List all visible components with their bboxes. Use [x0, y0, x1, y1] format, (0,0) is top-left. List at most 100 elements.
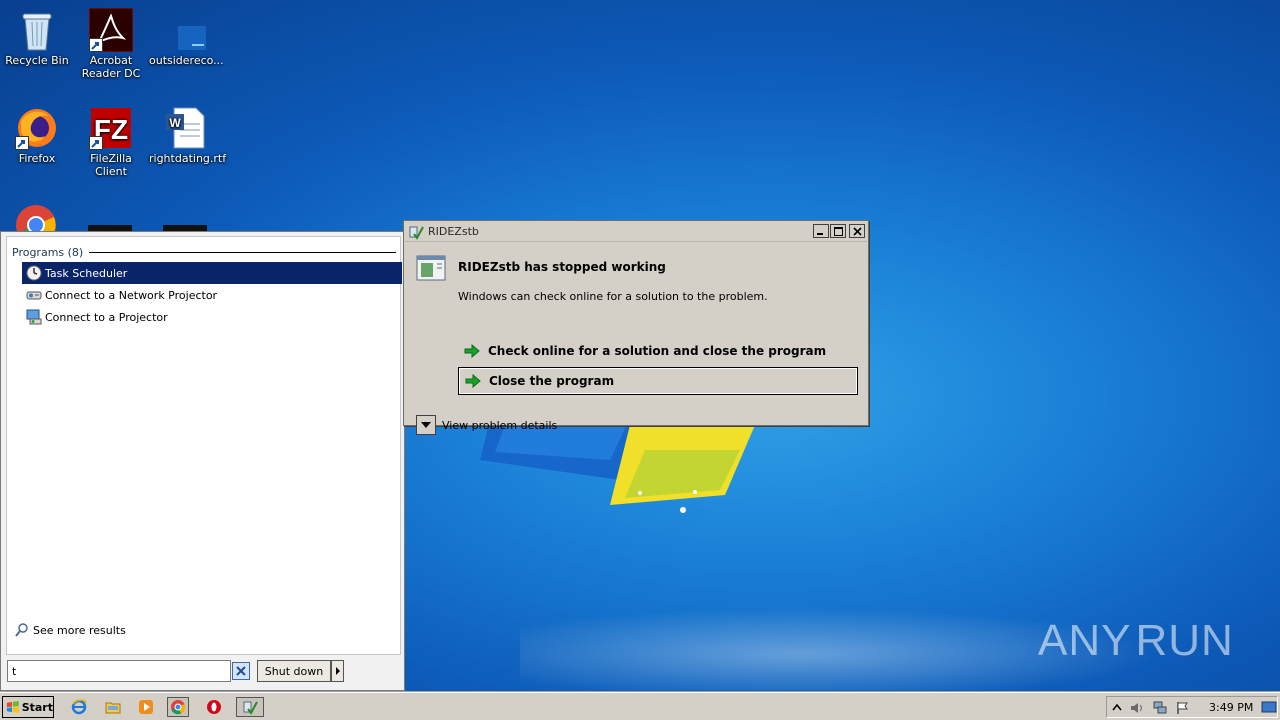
desktop-icon-label: FileZilla Client [90, 152, 132, 178]
internet-explorer-icon [71, 699, 87, 715]
network-button[interactable] [1152, 700, 1168, 716]
recycle-bin-icon [15, 8, 59, 52]
clock-icon [26, 265, 42, 281]
search-icon [15, 623, 28, 637]
flag-icon [1177, 702, 1188, 714]
maximize-icon [833, 226, 843, 236]
taskbar: Start 3:49 PM [0, 692, 1280, 720]
program-item-label: Connect to a Network Projector [45, 288, 218, 302]
clock[interactable]: 3:49 PM [1209, 701, 1253, 714]
filezilla-icon: FZ [89, 106, 133, 150]
check-online-option[interactable]: Check online for a solution and close th… [458, 337, 858, 365]
desktop-icon-chrome-partial[interactable] [14, 203, 58, 231]
program-item-label: Task Scheduler [45, 266, 128, 280]
programs-header-label: Programs (8) [12, 245, 84, 259]
dialog-title: RIDEZstb [428, 225, 479, 238]
show-hidden-icons-button[interactable] [1109, 700, 1125, 716]
option-label: Check online for a solution and close th… [488, 344, 827, 358]
program-item-network-projector[interactable]: Connect to a Network Projector [22, 284, 402, 306]
speaker-icon [1131, 703, 1142, 713]
minimize-icon [817, 233, 823, 235]
system-tray: 3:49 PM [1106, 696, 1278, 718]
shutdown-label: Shut down [264, 664, 324, 678]
see-more-label: See more results [33, 623, 126, 637]
watermark-text-left: ANY [1038, 616, 1132, 665]
desktop-icon-firefox[interactable]: Firefox [0, 106, 74, 165]
expand-details-button[interactable] [416, 415, 436, 435]
word-document-icon: W [164, 106, 208, 150]
chrome-icon [171, 700, 186, 715]
programs-header: Programs (8) [12, 245, 396, 259]
windows-flag-icon [6, 701, 19, 713]
close-icon [852, 226, 862, 236]
firefox-icon [15, 106, 59, 150]
projector-icon [26, 309, 42, 325]
close-program-option[interactable]: Close the program [458, 367, 858, 395]
dialog-title-bar[interactable]: RIDEZstb [405, 222, 867, 242]
desktop-icon-label: Recycle Bin [5, 54, 69, 67]
desktop-icon-label: Firefox [18, 152, 56, 165]
option-label: Close the program [489, 374, 615, 388]
header-divider [89, 251, 396, 253]
start-menu: Programs (8) Task Scheduler Connect to a… [0, 231, 405, 691]
opera-icon [207, 700, 221, 714]
taskbar-ridezstb-window[interactable] [236, 697, 264, 717]
svg-text:W: W [169, 116, 181, 130]
action-center-button[interactable] [1175, 700, 1191, 716]
program-window-icon [416, 255, 446, 281]
taskbar-chrome[interactable] [167, 697, 189, 717]
stopped-working-dialog: RIDEZstb RIDEZstb has stopped working Wi… [403, 220, 869, 435]
dialog-message: Windows can check online for a solution … [458, 290, 768, 303]
program-item-projector[interactable]: Connect to a Projector [22, 306, 402, 328]
network-projector-icon [26, 291, 42, 300]
taskbar-explorer[interactable] [102, 697, 124, 717]
shutdown-button[interactable]: Shut down [257, 660, 331, 682]
acrobat-icon [88, 7, 134, 53]
shortcut-arrow-icon [15, 136, 29, 150]
start-label: Start [21, 700, 53, 714]
taskbar-opera[interactable] [203, 697, 225, 717]
minimize-button[interactable] [813, 224, 829, 238]
chevron-right-icon [335, 667, 340, 675]
chevron-down-icon [421, 422, 431, 428]
search-results-pane: Programs (8) Task Scheduler Connect to a… [6, 236, 402, 655]
volume-button[interactable] [1129, 700, 1145, 716]
chrome-icon [14, 203, 58, 231]
dialog-heading: RIDEZstb has stopped working [458, 260, 666, 274]
program-item-task-scheduler[interactable]: Task Scheduler [22, 262, 402, 284]
shortcut-arrow-icon [89, 38, 103, 52]
file-icon [164, 8, 208, 52]
view-details-label[interactable]: View problem details [442, 419, 557, 432]
desktop-icon-label: Acrobat Reader DC [81, 54, 141, 80]
desktop-icon-recycle-bin[interactable]: Recycle Bin [0, 8, 74, 67]
media-player-icon [139, 700, 153, 714]
desktop-icon [1261, 701, 1277, 713]
anyrun-watermark: ANY RUN [1038, 610, 1233, 672]
desktop-icon-label: outsidereco... [149, 54, 224, 67]
close-icon [236, 666, 246, 676]
network-icon [1153, 701, 1167, 714]
show-desktop-button[interactable] [1258, 697, 1280, 717]
chevron-up-icon [1112, 703, 1122, 711]
dialog-body: RIDEZstb has stopped working Windows can… [404, 243, 868, 435]
desktop-icon-outsidereco[interactable]: outsidereco... [149, 8, 224, 67]
see-more-results[interactable]: See more results [15, 623, 126, 637]
desktop-icon-acrobat-reader[interactable]: Acrobat Reader DC [74, 7, 148, 80]
app-icon [243, 701, 258, 715]
folder-icon [105, 702, 121, 714]
start-search-input[interactable] [7, 660, 231, 682]
start-button[interactable]: Start [2, 696, 54, 718]
close-button[interactable] [849, 224, 865, 238]
desktop-icon-filezilla[interactable]: FZ FileZilla Client [74, 106, 148, 178]
desktop-icon-rightdating[interactable]: W rightdating.rtf [149, 106, 227, 165]
taskbar-internet-explorer[interactable] [68, 697, 90, 717]
taskbar-media-player[interactable] [135, 697, 157, 717]
desktop-icon-label: rightdating.rtf [149, 152, 227, 165]
shutdown-options-button[interactable] [331, 660, 344, 682]
green-arrow-icon [464, 344, 480, 358]
shortcut-arrow-icon [89, 136, 103, 150]
maximize-button[interactable] [830, 224, 846, 238]
green-arrow-icon [465, 374, 481, 388]
program-item-label: Connect to a Projector [45, 310, 168, 324]
clear-search-button[interactable] [232, 662, 250, 680]
